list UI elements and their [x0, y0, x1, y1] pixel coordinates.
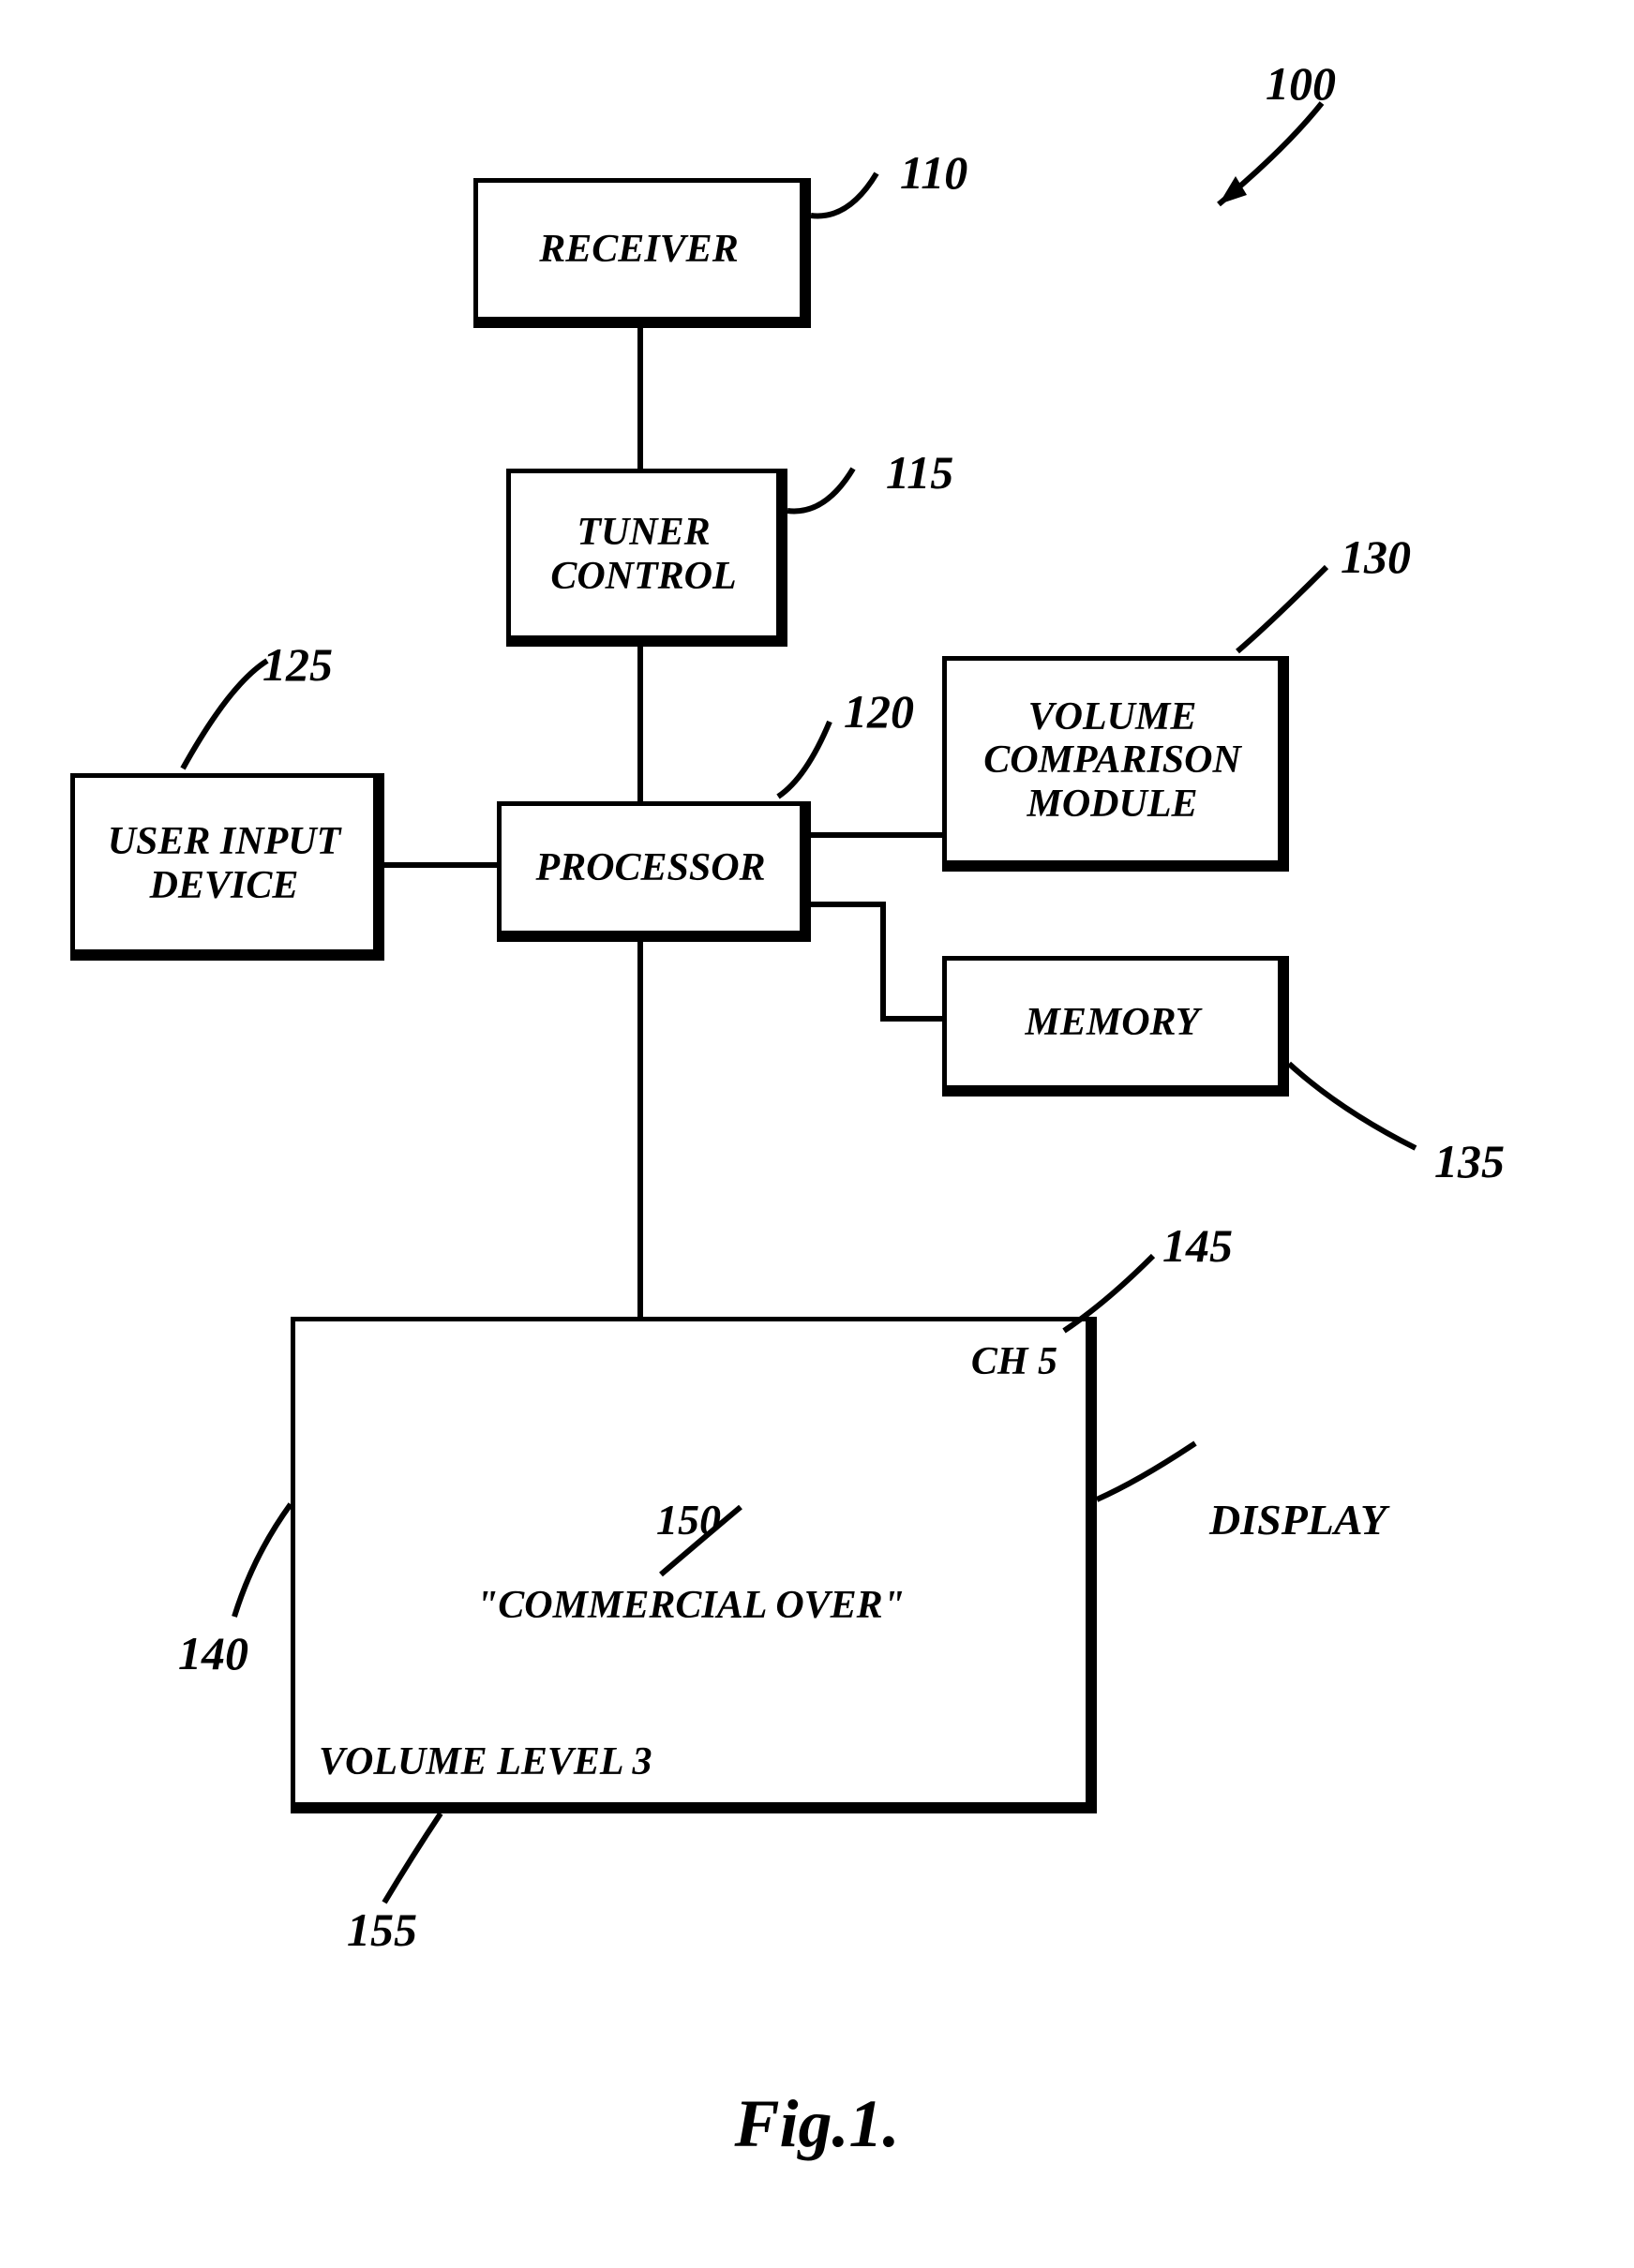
display-side-label: DISPLAY	[1209, 1495, 1387, 1544]
ref-receiver: 110	[900, 145, 967, 200]
lead-volume-module	[1233, 558, 1355, 661]
tuner-label: TUNER CONTROL	[518, 511, 769, 597]
ref-volume-level: 155	[347, 1902, 417, 1957]
ref-tuner: 115	[886, 445, 953, 500]
lead-display-label	[1092, 1434, 1214, 1518]
volume-module-block: VOLUME COMPARISON MODULE	[942, 656, 1289, 872]
processor-label: PROCESSOR	[535, 846, 765, 889]
lead-memory	[1284, 1054, 1434, 1167]
conn-userinput-processor	[384, 862, 497, 868]
lead-volume-level	[375, 1809, 469, 1912]
volume-module-label: VOLUME COMPARISON MODULE	[954, 695, 1270, 826]
receiver-block: RECEIVER	[473, 178, 811, 328]
ref-volume-module: 130	[1341, 530, 1411, 584]
memory-block: MEMORY	[942, 956, 1289, 1097]
ref-display: 140	[178, 1626, 248, 1680]
display-message: "COMMERCIAL OVER"	[295, 1584, 1086, 1627]
ref-memory: 135	[1434, 1134, 1505, 1188]
processor-block: PROCESSOR	[497, 801, 811, 942]
conn-proc-volmod	[811, 832, 942, 838]
conn-proc-mem-h2	[880, 1016, 942, 1022]
ref-system: 100	[1266, 56, 1336, 111]
ref-processor: 120	[844, 684, 914, 739]
lead-tuner	[787, 459, 891, 534]
user-input-block: USER INPUT DEVICE	[70, 773, 384, 961]
diagram-canvas: 100 RECEIVER 110 TUNER CONTROL 115 USER …	[0, 0, 1634, 2268]
tuner-block: TUNER CONTROL	[506, 469, 787, 647]
conn-proc-mem-h	[811, 902, 886, 907]
ref-user-input: 125	[262, 637, 333, 692]
system-arrow	[1191, 94, 1341, 216]
display-volume: VOLUME LEVEL 3	[319, 1740, 652, 1783]
display-channel: CH 5	[971, 1340, 1057, 1383]
figure-caption: Fig.1.	[0, 2085, 1634, 2163]
lead-display	[225, 1500, 309, 1631]
conn-proc-display	[637, 942, 643, 1317]
lead-receiver	[811, 164, 914, 239]
memory-label: MEMORY	[1026, 1001, 1200, 1044]
receiver-label: RECEIVER	[539, 228, 738, 271]
ref-message: 150	[656, 1495, 721, 1544]
ref-channel: 145	[1162, 1218, 1233, 1273]
conn-tuner-processor	[637, 647, 643, 801]
user-input-label: USER INPUT DEVICE	[82, 820, 366, 906]
conn-receiver-tuner	[637, 328, 643, 469]
conn-proc-mem-v	[880, 902, 886, 1022]
